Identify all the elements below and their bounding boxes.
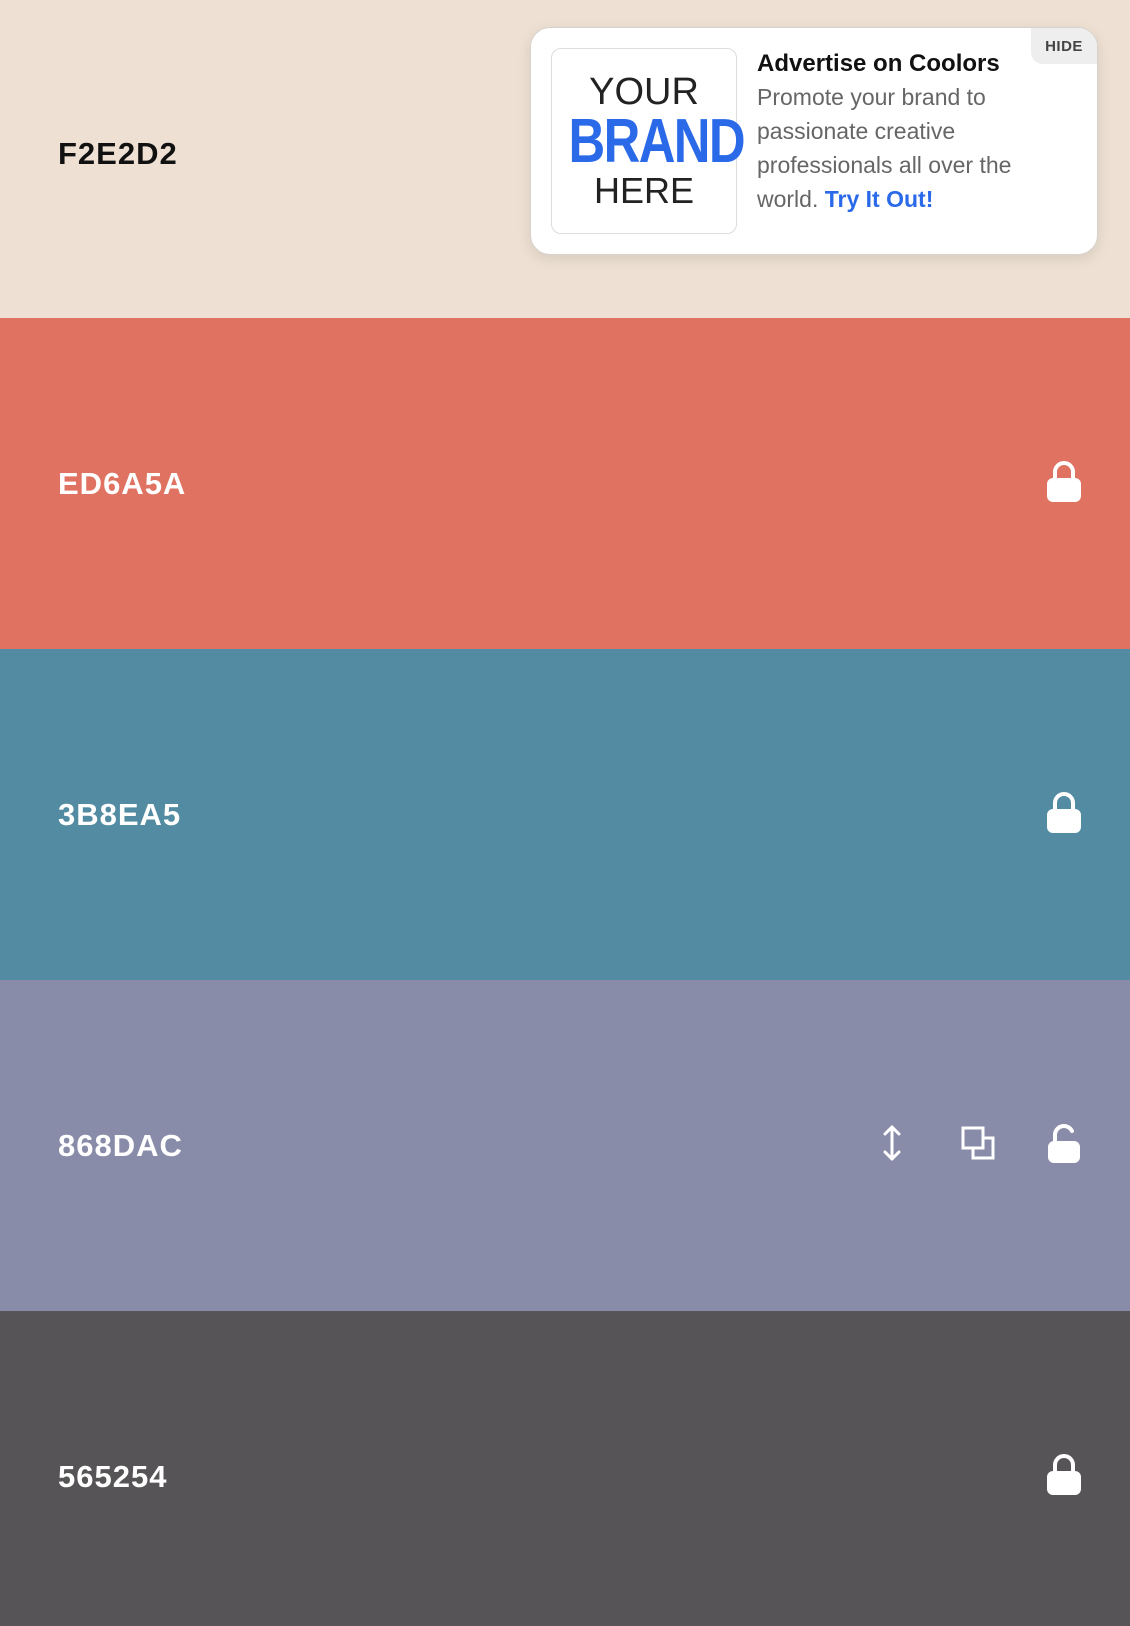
- ad-title: Advertise on Coolors: [757, 50, 1000, 77]
- lock-closed-icon[interactable]: [1044, 1451, 1084, 1497]
- hide-ad-button[interactable]: HIDE: [1031, 28, 1097, 64]
- ad-cta-link[interactable]: Try It Out!: [825, 186, 934, 212]
- color-swatch[interactable]: 868DAC: [0, 980, 1130, 1311]
- swatch-tools: [998, 1451, 1084, 1497]
- ad-logo-line1: YOUR: [589, 71, 699, 113]
- ad-body: Promote your brand to passionate creativ…: [757, 80, 1057, 216]
- lock-closed-icon[interactable]: [1044, 458, 1084, 504]
- color-swatch[interactable]: 565254: [0, 1311, 1130, 1626]
- swatch-tools: [998, 458, 1084, 504]
- lock-open-icon[interactable]: [1044, 1120, 1084, 1166]
- swatch-tools: [826, 1120, 1084, 1166]
- lock-closed-icon[interactable]: [1044, 789, 1084, 835]
- ad-logo-line3: HERE: [593, 170, 695, 211]
- swatch-tools: [998, 789, 1084, 835]
- ad-logo-line2: BRAND: [568, 107, 746, 176]
- drag-vertical-icon[interactable]: [872, 1120, 912, 1166]
- hex-code[interactable]: 868DAC: [58, 1128, 183, 1164]
- hex-code[interactable]: 565254: [58, 1459, 167, 1495]
- ad-logo[interactable]: YOUR BRAND HERE: [551, 48, 746, 234]
- ad-card[interactable]: HIDE YOUR BRAND HERE Advertise on Coolor…: [530, 27, 1098, 255]
- hex-code[interactable]: F2E2D2: [58, 136, 178, 172]
- color-swatch[interactable]: ED6A5A: [0, 318, 1130, 649]
- hex-code[interactable]: ED6A5A: [58, 466, 186, 502]
- copy-icon[interactable]: [958, 1120, 998, 1166]
- hex-code[interactable]: 3B8EA5: [58, 797, 181, 833]
- color-swatch[interactable]: 3B8EA5: [0, 649, 1130, 980]
